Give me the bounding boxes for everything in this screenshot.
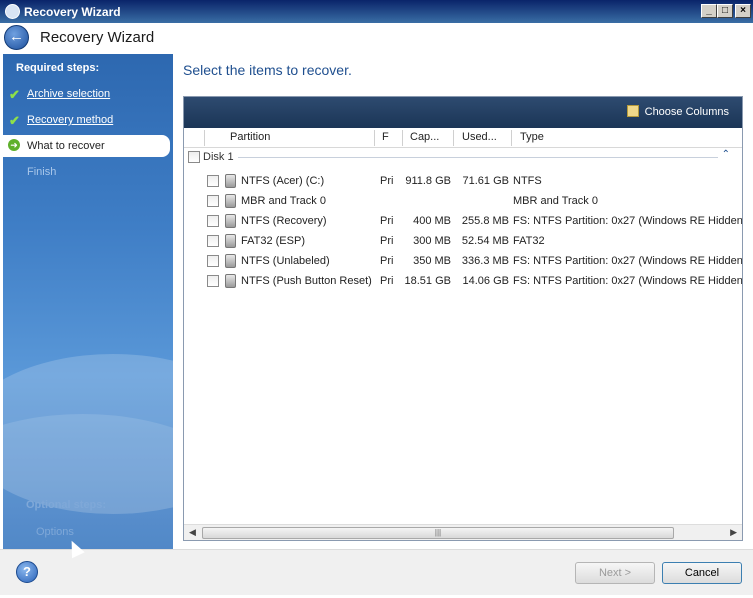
partition-type: NTFS [513, 175, 542, 187]
maximize-button[interactable]: □ [717, 4, 733, 18]
partition-used: 255.8 MB [461, 215, 509, 227]
disk-label: Disk 1 [203, 151, 234, 163]
partition-icon [225, 254, 236, 268]
column-partition[interactable]: Partition [230, 131, 270, 143]
disk-divider [238, 157, 718, 158]
optional-steps-label: Optional steps: [26, 499, 107, 511]
title-bar: Recovery Wizard _ □ × [0, 0, 753, 23]
partition-used: 336.3 MB [461, 255, 509, 267]
partition-capacity: 911.8 GB [405, 175, 451, 187]
column-flag[interactable]: F [382, 131, 389, 143]
partition-capacity: 300 MB [413, 235, 451, 247]
wizard-sidebar: Required steps: ✔ Archive selection ✔ Re… [3, 54, 173, 549]
step-archive-selection[interactable]: ✔ Archive selection [3, 83, 173, 105]
column-header: Partition F Cap... Used... Type [184, 128, 742, 148]
disk-group: Disk 1 ⌃ [188, 149, 738, 167]
partition-icon [225, 274, 236, 288]
row-checkbox[interactable] [207, 195, 219, 207]
row-checkbox[interactable] [207, 235, 219, 247]
table-row[interactable]: NTFS (Recovery) Pri 400 MB 255.8 MB FS: … [184, 211, 742, 231]
step-label: What to recover [27, 140, 105, 152]
partition-used: 14.06 GB [462, 275, 509, 287]
partition-flag: Pri [380, 175, 394, 187]
partition-flag: Pri [380, 275, 394, 287]
column-capacity[interactable]: Cap... [410, 131, 439, 143]
partition-used: 52.54 MB [461, 235, 509, 247]
choose-columns-label: Choose Columns [644, 106, 729, 118]
chevron-up-icon[interactable]: ⌃ [722, 149, 730, 160]
partition-capacity: 400 MB [413, 215, 451, 227]
disk-checkbox[interactable] [188, 151, 200, 163]
footer: ? Next > Cancel [0, 549, 753, 595]
partition-type: MBR and Track 0 [513, 195, 598, 207]
step-finish: Finish [3, 161, 173, 183]
partition-icon [225, 214, 236, 228]
current-step-arrow-icon: ➜ [8, 139, 20, 151]
column-used[interactable]: Used... [462, 131, 497, 143]
table-row[interactable]: NTFS (Unlabeled) Pri 350 MB 336.3 MB FS:… [184, 251, 742, 271]
items-panel: Choose Columns Partition F Cap... Used..… [183, 96, 743, 541]
page-title: Recovery Wizard [40, 29, 155, 46]
required-steps-label: Required steps: [16, 62, 100, 74]
partition-name: NTFS (Unlabeled) [241, 255, 330, 267]
table-row[interactable]: NTFS (Acer) (C:) Pri 911.8 GB 71.61 GB N… [184, 171, 742, 191]
window-title: Recovery Wizard [24, 5, 121, 19]
checkmark-icon: ✔ [9, 87, 20, 102]
partition-icon [225, 234, 236, 248]
step-options: Options [36, 526, 74, 538]
step-label: Archive selection [27, 88, 111, 100]
app-icon [5, 4, 20, 19]
scroll-right-icon[interactable]: ▶ [730, 527, 737, 538]
partition-used: 71.61 GB [462, 175, 509, 187]
partition-flag: Pri [380, 255, 394, 267]
help-icon[interactable]: ? [16, 561, 38, 583]
partition-flag: Pri [380, 235, 394, 247]
partition-name: MBR and Track 0 [241, 195, 326, 207]
choose-columns-button[interactable]: Choose Columns [626, 105, 729, 118]
close-button[interactable]: × [735, 4, 751, 18]
scrollbar-thumb[interactable]: ||| [202, 527, 674, 539]
partition-name: NTFS (Acer) (C:) [241, 175, 325, 187]
partition-flag: Pri [380, 215, 394, 227]
row-checkbox[interactable] [207, 215, 219, 227]
row-checkbox[interactable] [207, 275, 219, 287]
next-button[interactable]: Next > [575, 562, 655, 584]
column-type[interactable]: Type [520, 131, 544, 143]
minimize-button[interactable]: _ [701, 4, 717, 18]
decorative-wave [3, 414, 173, 549]
partition-type: FS: NTFS Partition: 0x27 (Windows RE Hid… [513, 255, 742, 267]
partition-name: NTFS (Recovery) [241, 215, 327, 227]
step-label: Recovery method [27, 114, 114, 126]
cancel-button[interactable]: Cancel [662, 562, 742, 584]
back-arrow-icon[interactable]: ← [4, 25, 29, 50]
step-what-to-recover[interactable]: ➜ What to recover [3, 135, 170, 157]
partition-type: FS: NTFS Partition: 0x27 (Windows RE Hid… [513, 275, 742, 287]
table-row[interactable]: FAT32 (ESP) Pri 300 MB 52.54 MB FAT32 [184, 231, 742, 251]
table-row[interactable]: MBR and Track 0 MBR and Track 0 [184, 191, 742, 211]
partition-capacity: 350 MB [413, 255, 451, 267]
panel-toolbar: Choose Columns [184, 97, 742, 128]
partition-name: NTFS (Push Button Reset) [241, 275, 372, 287]
columns-icon [626, 105, 639, 117]
partition-capacity: 18.51 GB [404, 275, 451, 287]
checkmark-icon: ✔ [9, 113, 20, 128]
step-label: Finish [27, 166, 57, 178]
partition-type: FAT32 [513, 235, 545, 247]
partition-icon [225, 194, 236, 208]
step-recovery-method[interactable]: ✔ Recovery method [3, 109, 173, 131]
row-checkbox[interactable] [207, 175, 219, 187]
header: ← Recovery Wizard [0, 23, 753, 54]
partition-icon [225, 174, 236, 188]
partition-name: FAT32 (ESP) [241, 235, 305, 247]
scroll-left-icon[interactable]: ◀ [189, 527, 196, 538]
row-checkbox[interactable] [207, 255, 219, 267]
instruction-text: Select the items to recover. [183, 62, 352, 78]
partition-type: FS: NTFS Partition: 0x27 (Windows RE Hid… [513, 215, 742, 227]
table-row[interactable]: NTFS (Push Button Reset) Pri 18.51 GB 14… [184, 271, 742, 291]
horizontal-scrollbar[interactable]: ◀ ||| ▶ [184, 524, 742, 540]
